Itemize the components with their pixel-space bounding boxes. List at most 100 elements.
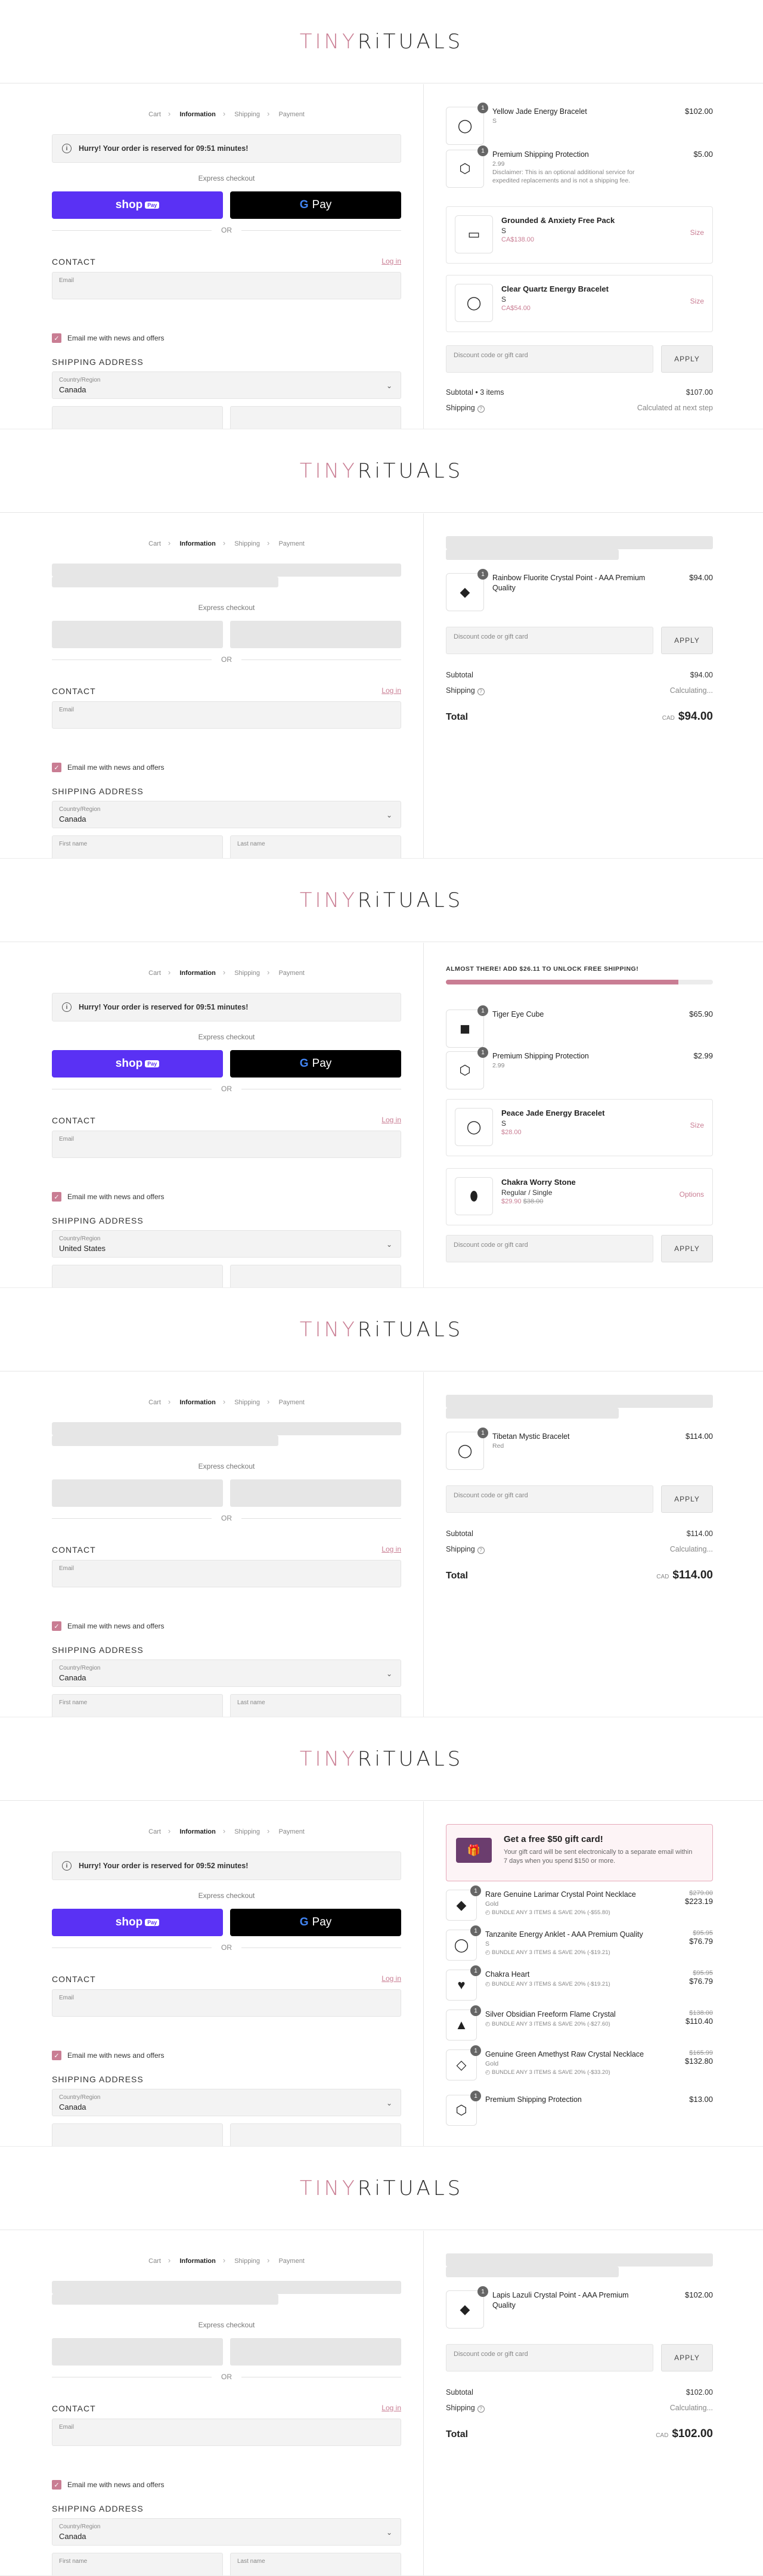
checkbox-checked-icon[interactable]: ✓ (52, 2051, 61, 2060)
help-icon[interactable]: ? (477, 405, 485, 413)
contact-heading: CONTACT (52, 1545, 96, 1555)
store-logo[interactable]: TINYRiTUALS (300, 1318, 464, 1342)
store-logo[interactable]: TINYRiTUALS (300, 459, 464, 483)
checkbox-checked-icon[interactable]: ✓ (52, 763, 61, 772)
shop-pay-button[interactable]: shop Pay (52, 1909, 223, 1936)
breadcrumb-cart[interactable]: Cart (148, 1399, 161, 1406)
cart-item: ♥1 Chakra Heart BUNDLE ANY 3 ITEMS & SAVE… (446, 1965, 713, 2001)
options-select-button[interactable]: Options (680, 1190, 704, 1199)
total-row: Total CAD $94.00 (446, 710, 713, 723)
login-link[interactable]: Log in (382, 1974, 401, 1983)
login-link[interactable]: Log in (382, 1545, 401, 1553)
login-link[interactable]: Log in (382, 686, 401, 695)
checkbox-checked-icon[interactable]: ✓ (52, 1192, 61, 1202)
email-field[interactable]: Email (52, 701, 401, 729)
google-pay-button[interactable]: G Pay (230, 1909, 401, 1936)
country-select[interactable]: Country/Region Canada ⌄ (52, 801, 401, 828)
email-opt-in[interactable]: ✓ Email me with news and offers (52, 1192, 165, 1202)
last-name-field[interactable]: Last name (230, 2553, 401, 2575)
first-name-field[interactable]: First name (52, 406, 223, 429)
country-select[interactable]: Country/Region United States ⌄ (52, 1230, 401, 1258)
checkbox-checked-icon[interactable]: ✓ (52, 1621, 61, 1631)
store-logo[interactable]: TINYRiTUALS (300, 1747, 464, 1771)
apply-discount-button[interactable]: APPLY (661, 1235, 713, 1262)
email-field[interactable]: Email (52, 1989, 401, 2017)
discount-code-input[interactable]: Discount code or gift card (446, 2344, 653, 2371)
first-name-field[interactable]: First name (52, 835, 223, 858)
breadcrumb-payment: Payment (278, 540, 305, 547)
first-name-field[interactable]: First name (52, 1694, 223, 1717)
store-logo[interactable]: TINYRiTUALS (300, 30, 464, 54)
last-name-field[interactable] (230, 2123, 401, 2146)
email-field[interactable]: Email (52, 1131, 401, 1158)
cart-item: ⬡ 1 Premium Shipping Protection 2.99 $2.99 (446, 1047, 713, 1089)
help-icon[interactable]: ? (477, 2405, 485, 2413)
upsell-card: ⬮ Chakra Worry Stone Regular / Single $29.… (446, 1168, 713, 1225)
upsell-card: ▭ Grounded & Anxiety Free Pack S CA$138.00… (446, 206, 713, 264)
chevron-down-icon: ⌄ (386, 1670, 392, 1678)
apply-discount-button[interactable]: APPLY (661, 1485, 713, 1513)
discount-code-input[interactable]: Discount code or gift card (446, 1235, 653, 1262)
google-pay-button[interactable]: G Pay (230, 1050, 401, 1078)
checkout-screen-6: TINYRiTUALS Cart › Information › Shipping ›… (0, 2147, 763, 2576)
breadcrumb-cart[interactable]: Cart (148, 111, 161, 118)
country-select[interactable]: Country/Region Canada ⌄ (52, 2518, 401, 2546)
google-g-icon: G (299, 199, 309, 211)
apply-discount-button[interactable]: APPLY (661, 2344, 713, 2371)
login-link[interactable]: Log in (382, 1116, 401, 1124)
cart-item: ⬡ 1 Premium Shipping Protection 2.99 Discla… (446, 145, 713, 188)
google-pay-button[interactable]: G Pay (230, 191, 401, 219)
last-name-field[interactable] (230, 1265, 401, 1287)
discount-code-input[interactable]: Discount code or gift card (446, 627, 653, 654)
last-name-field[interactable]: Last name (230, 835, 401, 858)
shop-pay-button[interactable]: shop Pay (52, 191, 223, 219)
apply-discount-button[interactable]: APPLY (661, 627, 713, 654)
size-select-button[interactable]: Size (690, 228, 704, 237)
cart-item: ◆ 1 Rainbow Fluorite Crystal Point - AAA … (446, 569, 713, 611)
size-select-button[interactable]: Size (690, 1121, 704, 1129)
breadcrumb-cart[interactable]: Cart (148, 2258, 161, 2265)
apply-discount-button[interactable]: APPLY (661, 345, 713, 373)
email-field[interactable]: Email (52, 1560, 401, 1587)
checkbox-checked-icon[interactable]: ✓ (52, 2480, 61, 2490)
first-name-field[interactable] (52, 1265, 223, 1287)
last-name-field[interactable]: Last name (230, 1694, 401, 1717)
email-opt-in[interactable]: ✓ Email me with news and offers (52, 2480, 165, 2490)
store-logo[interactable]: TINYRiTUALS (300, 2176, 464, 2200)
breadcrumb-payment: Payment (278, 2258, 305, 2265)
last-name-field[interactable]: Last name (230, 406, 401, 429)
email-opt-in[interactable]: ✓ Email me with news and offers (52, 763, 165, 772)
breadcrumb-cart[interactable]: Cart (148, 1828, 161, 1835)
column-divider (423, 943, 424, 1287)
or-divider: OR (52, 1085, 401, 1093)
email-opt-in[interactable]: ✓ Email me with news and offers (52, 1621, 165, 1631)
discount-code-input[interactable]: Discount code or gift card (446, 345, 653, 373)
express-checkout-label: Express checkout (198, 1462, 255, 1470)
email-field[interactable]: Email (52, 2419, 401, 2446)
discount-code-input[interactable]: Discount code or gift card (446, 1485, 653, 1513)
reservation-timer: 09:52 minutes! (196, 1862, 249, 1870)
breadcrumb-cart[interactable]: Cart (148, 540, 161, 547)
first-name-field[interactable]: First name (52, 2553, 223, 2575)
reservation-banner: i Hurry! Your order is reserved for 09:5… (52, 993, 401, 1021)
country-select[interactable]: Country/Region Canada ⌄ (52, 1659, 401, 1687)
info-icon: i (62, 1002, 72, 1012)
login-link[interactable]: Log in (382, 2404, 401, 2412)
breadcrumb-cart[interactable]: Cart (148, 970, 161, 977)
breadcrumb-shipping: Shipping (234, 540, 260, 547)
first-name-field[interactable] (52, 2123, 223, 2146)
checkbox-checked-icon[interactable]: ✓ (52, 333, 61, 343)
store-logo[interactable]: TINYRiTUALS (300, 888, 464, 912)
email-opt-in[interactable]: ✓ Email me with news and offers (52, 2051, 165, 2060)
help-icon[interactable]: ? (477, 688, 485, 695)
reservation-timer: 09:51 minutes! (196, 144, 249, 153)
login-link[interactable]: Log in (382, 257, 401, 265)
shop-pay-button[interactable]: shop Pay (52, 1050, 223, 1078)
country-select[interactable]: Country/Region Canada ⌄ (52, 2089, 401, 2116)
help-icon[interactable]: ? (477, 1547, 485, 1554)
breadcrumb: Cart › Information › Shipping › Payment (148, 2256, 305, 2265)
email-opt-in[interactable]: ✓ Email me with news and offers (52, 333, 165, 343)
email-field[interactable]: Email (52, 272, 401, 299)
size-select-button[interactable]: Size (690, 297, 704, 305)
country-select[interactable]: Country/Region Canada ⌄ (52, 371, 401, 399)
